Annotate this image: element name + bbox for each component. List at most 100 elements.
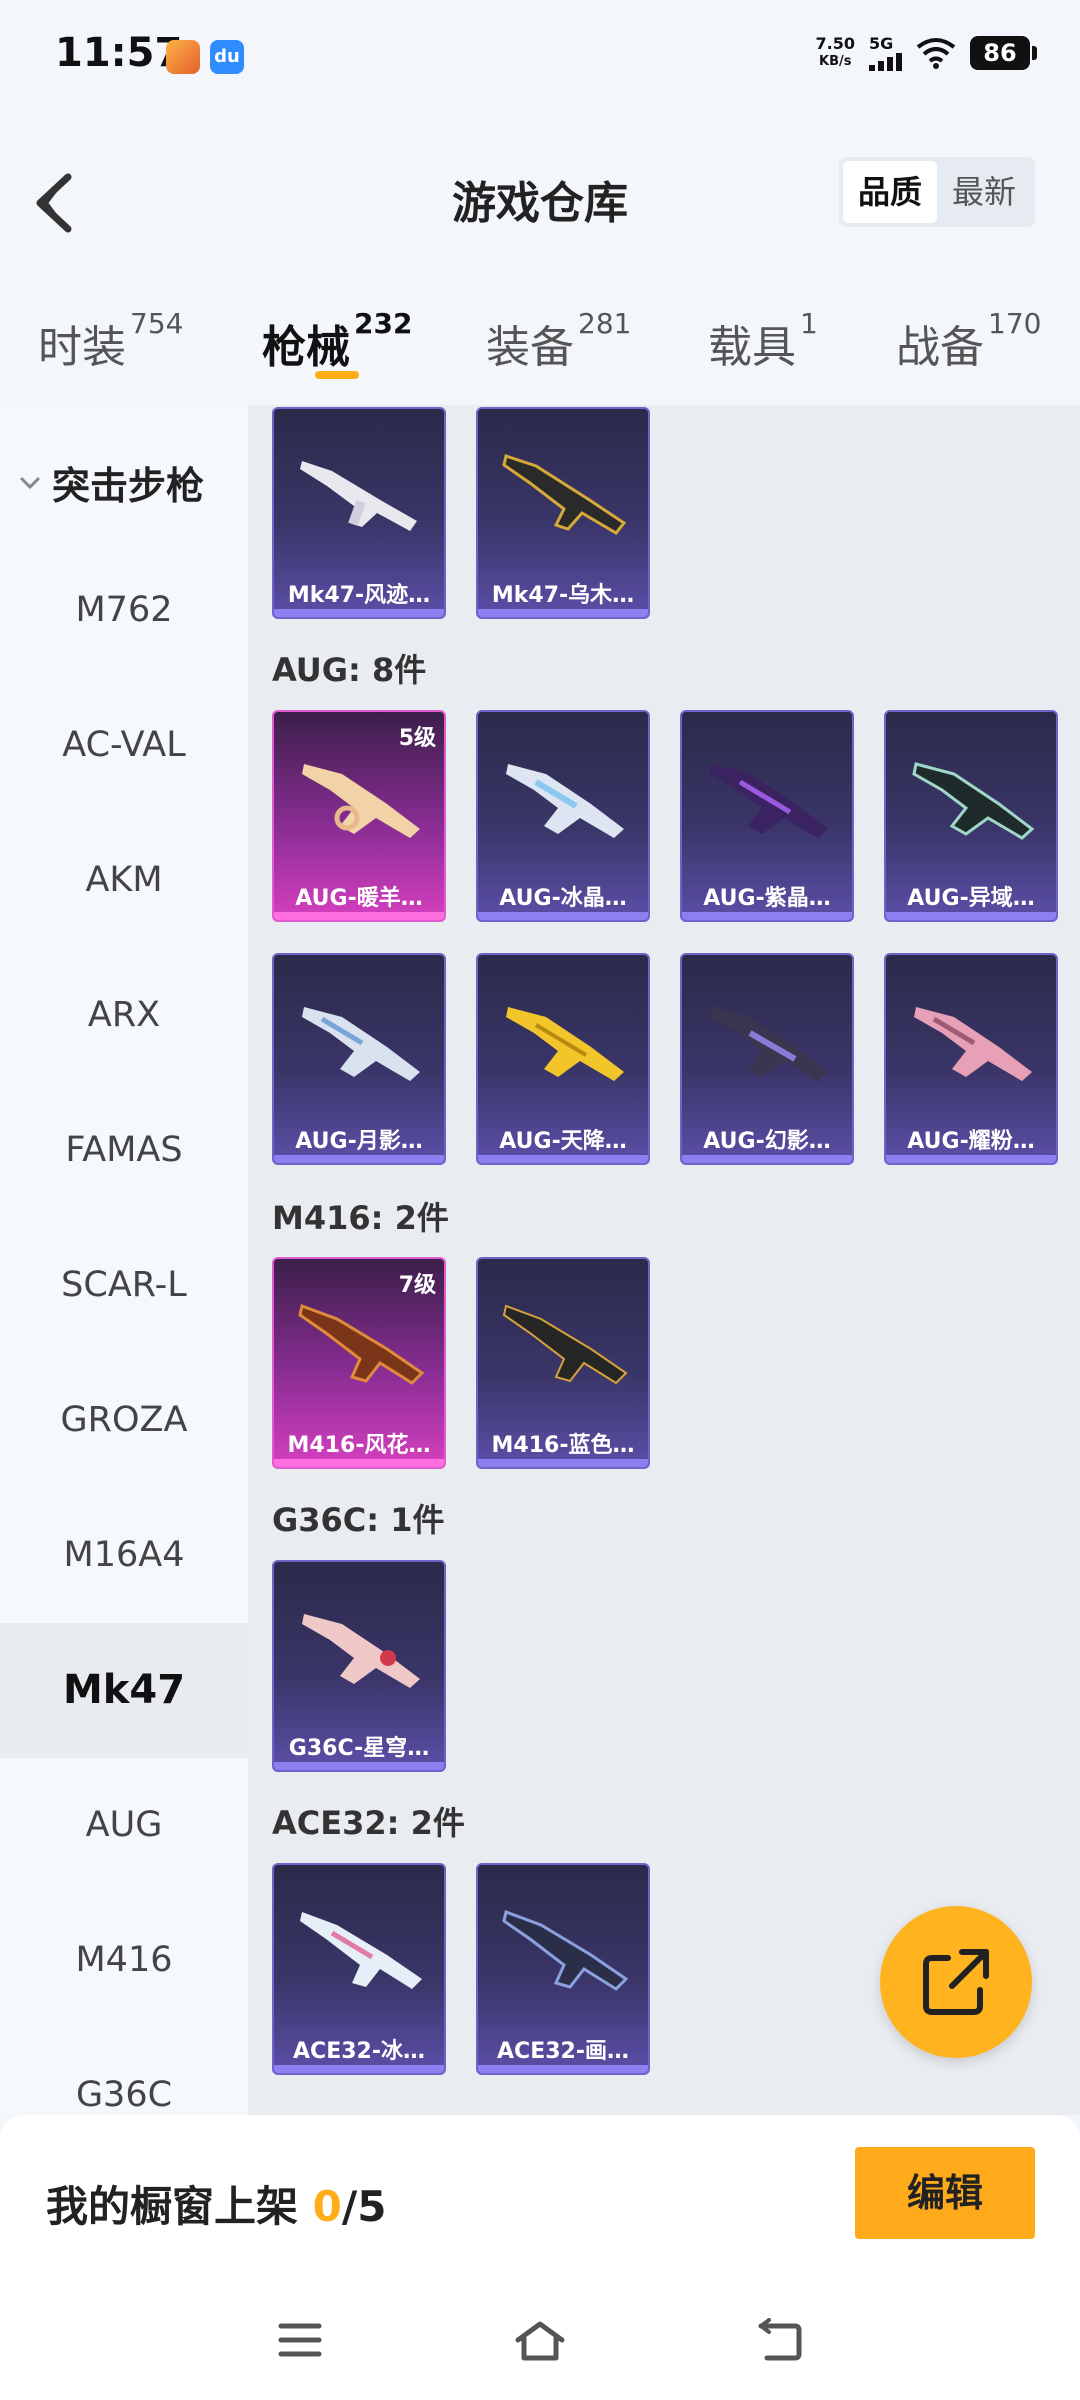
net-speed: 7.50 KB/s [815,33,855,71]
rifle-icon [914,1007,1032,1081]
card-label: G36C-星穹… [288,1736,430,1761]
tab-count: 232 [354,307,413,340]
category-tabs: 时装 754 枪械 232 装备 281 载具 1 战备 170 [0,295,1080,405]
back-nav-icon[interactable] [755,2318,805,2362]
weapon-card[interactable]: 7级 M416-风花… [272,1257,446,1469]
tab-vehicles[interactable]: 载具 1 [708,307,818,375]
tab-label: 载具 [708,322,796,373]
sidebar-item-groza[interactable]: GROZA [0,1353,248,1488]
tab-label: 时装 [38,322,126,373]
rifle-icon [912,762,1035,840]
edit-button[interactable]: 编辑 [855,2147,1035,2239]
weapon-card[interactable]: AUG-异域… [884,710,1058,922]
sidebar-item-arx[interactable]: ARX [0,948,248,1083]
net-speed-unit: KB/s [819,53,852,69]
card-rarity-bar [478,1155,648,1163]
wifi-icon [916,37,956,69]
sidebar-item-m16a4[interactable]: M16A4 [0,1488,248,1623]
du-app-icon: du [210,40,244,74]
home-icon[interactable] [512,2318,568,2362]
weapon-card[interactable]: Mk47-风迹… [272,407,446,619]
share-button[interactable] [880,1906,1032,2058]
rifle-icon [502,1304,628,1385]
rifle-icon [302,1007,420,1081]
tab-supplies[interactable]: 战备 170 [896,307,1041,375]
weapon-card[interactable]: ACE32-冰… [272,1863,446,2075]
card-rarity-bar [478,1459,648,1467]
signal-bars-icon [869,53,902,71]
section-title-aug: AUG: 8件 [272,651,427,689]
weapon-card[interactable]: AUG-幻影… [680,953,854,1165]
card-rarity-bar [274,1155,444,1163]
card-rarity-bar [886,912,1056,920]
chevron-down-icon [19,476,41,489]
section-title-ace32: ACE32: 2件 [272,1804,465,1842]
sidebar-item-mk47[interactable]: Mk47 [0,1623,248,1758]
net-speed-value: 7.50 [815,33,855,53]
weapon-card[interactable]: Mk47-乌木… [476,407,650,619]
card-rarity-bar [274,912,444,920]
card-label: AUG-幻影… [703,1129,831,1154]
weapon-card[interactable]: G36C-星穹… [272,1560,446,1772]
sidebar-item-m762[interactable]: M762 [0,543,248,678]
rifle-icon [300,461,417,531]
sort-newest-option[interactable]: 最新 [937,161,1031,223]
card-label: Mk47-乌木… [491,583,635,608]
weapon-card[interactable]: AUG-月影… [272,953,446,1165]
card-label: M416-蓝色… [491,1433,635,1458]
weapon-card[interactable]: AUG-耀粉… [884,953,1058,1165]
sidebar-item-scar-l[interactable]: SCAR-L [0,1218,248,1353]
sidebar-item-ac-val[interactable]: AC-VAL [0,678,248,813]
weapon-card[interactable]: AUG-冰晶… [476,710,650,922]
card-rarity-bar [274,2065,444,2073]
battery-icon: 86 [970,35,1037,70]
rifle-icon [710,764,828,838]
card-label: AUG-暖羊… [295,886,423,911]
rifle-icon [506,764,624,838]
showcase-current-count: 0 [312,2182,342,2231]
card-rarity-bar [274,1762,444,1770]
network-type: 5G [869,34,894,53]
weapon-card[interactable]: M416-蓝色… [476,1257,650,1469]
card-label: AUG-异域… [907,886,1035,911]
section-title-m416: M416: 2件 [272,1199,449,1237]
menu-icon[interactable] [275,2318,325,2362]
weapon-grid: Mk47-风迹… Mk47-乌木… AUG: 8件 5级 AUG-暖羊… AUG… [248,405,1080,2115]
tab-count: 754 [130,307,184,340]
tab-guns[interactable]: 枪械 232 [262,307,412,375]
tab-fashion[interactable]: 时装 754 [38,307,183,375]
sidebar-item-famas[interactable]: FAMAS [0,1083,248,1218]
weapon-card[interactable]: 5级 AUG-暖羊… [272,710,446,922]
sidebar-item-g36c[interactable]: G36C [0,2028,248,2115]
tab-count: 170 [988,307,1042,340]
sidebar-item-akm[interactable]: AKM [0,813,248,948]
card-rarity-bar [682,1155,852,1163]
sort-toggle: 品质 最新 [839,157,1035,227]
rifle-icon [502,1909,629,1991]
card-rarity-bar [478,609,648,617]
sort-quality-option[interactable]: 品质 [843,161,937,223]
card-rarity-bar [682,912,852,920]
rifle-icon [302,764,420,838]
tab-count: 1 [800,307,818,340]
card-label: AUG-天降… [499,1129,627,1154]
card-label: AUG-紫晶… [703,886,831,911]
card-rarity-bar [274,1459,444,1467]
rifle-icon [506,1007,624,1081]
rifle-icon [302,1614,420,1688]
tab-equipment[interactable]: 装备 281 [486,307,631,375]
card-rarity-bar [478,2065,648,2073]
card-label: AUG-耀粉… [907,1129,1035,1154]
sidebar-item-aug[interactable]: AUG [0,1758,248,1893]
section-title-g36c: G36C: 1件 [272,1501,445,1539]
weapon-card[interactable]: AUG-天降… [476,953,650,1165]
showcase-max-count: /5 [341,2182,387,2231]
rifle-icon [300,1912,422,1989]
weapon-card[interactable]: AUG-紫晶… [680,710,854,922]
status-bar: 11:57 du 7.50 KB/s 5G 86 [0,0,1080,115]
sidebar-item-m416[interactable]: M416 [0,1893,248,2028]
sidebar-group-label: 突击步枪 [52,464,205,508]
sidebar-group-assault-rifles[interactable]: 突击步枪 [18,455,204,510]
showcase-label: 我的橱窗上架 [46,2182,313,2231]
weapon-card[interactable]: ACE32-画… [476,1863,650,2075]
